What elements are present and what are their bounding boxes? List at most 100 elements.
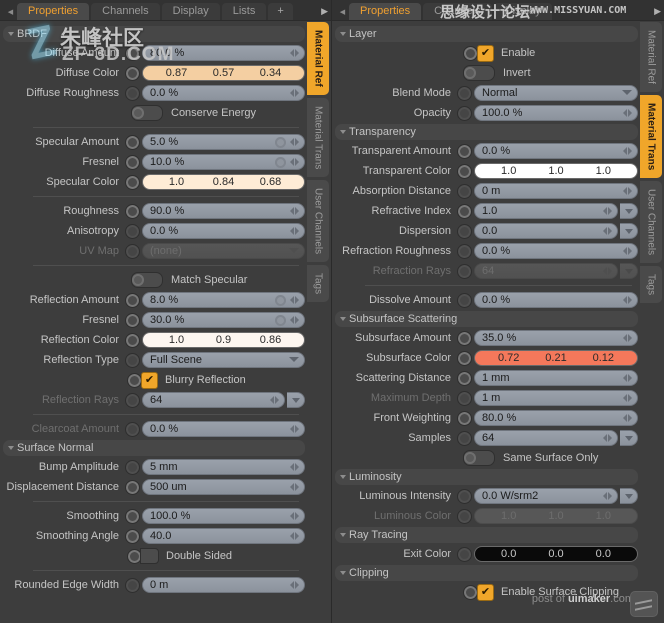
reflection-color-animate-icon[interactable]: [125, 333, 140, 348]
enable-animate-icon[interactable]: [463, 46, 478, 61]
smoothing-angle-animate-icon[interactable]: [125, 529, 140, 544]
spinner-icon[interactable]: [620, 185, 634, 197]
reflection-fresnel-animate-icon[interactable]: [125, 313, 140, 328]
vtab-material-ref[interactable]: Material Ref: [640, 22, 662, 92]
tab-properties[interactable]: Properties: [17, 3, 89, 20]
reflection-fresnel-input[interactable]: 30.0 %: [142, 312, 305, 328]
vtab-tags[interactable]: Tags: [307, 265, 329, 302]
slider-handle[interactable]: [275, 157, 286, 168]
spinner-icon[interactable]: [287, 481, 301, 493]
tab-display[interactable]: Display: [494, 3, 552, 20]
rounded-edge-width-input[interactable]: 0 m: [142, 577, 305, 593]
enable-checkbox[interactable]: ✔: [463, 45, 494, 62]
spinner-icon[interactable]: [287, 225, 301, 237]
reflection-type-dropdown[interactable]: Full Scene: [142, 352, 305, 368]
section-layer[interactable]: Layer: [335, 26, 638, 42]
front-weighting-animate-icon[interactable]: [457, 411, 472, 426]
displacement-distance-input[interactable]: 500 um: [142, 479, 305, 495]
blurry-reflection-animate-icon[interactable]: [127, 373, 142, 388]
spinner-icon[interactable]: [620, 107, 634, 119]
spinner-icon[interactable]: [287, 294, 301, 306]
diffuse-roughness-input[interactable]: 0.0 %: [142, 85, 305, 101]
enable-surface-clipping-checkbox[interactable]: ✔: [463, 584, 494, 601]
absorption-distance-animate-icon[interactable]: [457, 184, 472, 199]
vtab-user-channels[interactable]: User Channels: [640, 181, 662, 263]
tab-lists[interactable]: Lists: [222, 3, 267, 20]
front-weighting-input[interactable]: 80.0 %: [474, 410, 638, 426]
smoothing-animate-icon[interactable]: [125, 509, 140, 524]
samples-animate-icon[interactable]: [457, 431, 472, 446]
refraction-roughness-animate-icon[interactable]: [457, 244, 472, 259]
displacement-distance-animate-icon[interactable]: [125, 480, 140, 495]
blend-mode-dropdown[interactable]: Normal: [474, 85, 638, 101]
section-surface-normal[interactable]: Surface Normal: [3, 440, 305, 456]
dissolve-amount-input[interactable]: 0.0 %: [474, 292, 638, 308]
reflection-rays-input[interactable]: 64: [142, 392, 285, 408]
invert-toggle[interactable]: [463, 65, 495, 81]
specular-amount-input[interactable]: 5.0 %: [142, 134, 305, 150]
diffuse-roughness-animate-icon[interactable]: [125, 86, 140, 101]
bump-amplitude-animate-icon[interactable]: [125, 460, 140, 475]
reflection-amount-input[interactable]: 8.0 %: [142, 292, 305, 308]
subsurface-color-animate-icon[interactable]: [457, 351, 472, 366]
spinner-icon[interactable]: [287, 47, 301, 59]
scattering-distance-animate-icon[interactable]: [457, 371, 472, 386]
clearcoat-amount-animate-icon[interactable]: [125, 422, 140, 437]
reflection-color-swatch[interactable]: 1.0 0.9 0.86: [142, 332, 305, 348]
spinner-icon[interactable]: [287, 205, 301, 217]
tab-scroll-left-icon[interactable]: ◀: [336, 4, 349, 20]
spinner-icon[interactable]: [287, 87, 301, 99]
roughness-input[interactable]: 90.0 %: [142, 203, 305, 219]
anisotropy-input[interactable]: 0.0 %: [142, 223, 305, 239]
spinner-icon[interactable]: [600, 205, 614, 217]
refractive-index-dropdown-button[interactable]: [620, 203, 638, 219]
vtab-material-trans[interactable]: Material Trans: [307, 98, 329, 177]
spinner-icon[interactable]: [620, 332, 634, 344]
slider-handle[interactable]: [275, 315, 286, 326]
luminous-intensity-input[interactable]: 0.0 W/srm2: [474, 488, 618, 504]
scattering-distance-input[interactable]: 1 mm: [474, 370, 638, 386]
spinner-icon[interactable]: [620, 372, 634, 384]
specular-fresnel-input[interactable]: 10.0 %: [142, 154, 305, 170]
spinner-icon[interactable]: [287, 530, 301, 542]
spinner-icon[interactable]: [287, 579, 301, 591]
subsurface-color-swatch[interactable]: 0.72 0.21 0.12: [474, 350, 638, 366]
tab-scroll-left-icon[interactable]: ◀: [4, 4, 17, 20]
absorption-distance-input[interactable]: 0 m: [474, 183, 638, 199]
vtab-user-channels[interactable]: User Channels: [307, 180, 329, 262]
smoothing-input[interactable]: 100.0 %: [142, 508, 305, 524]
maximum-depth-animate-icon[interactable]: [457, 391, 472, 406]
section-subsurface-scattering[interactable]: Subsurface Scattering: [335, 311, 638, 327]
spinner-icon[interactable]: [620, 412, 634, 424]
reflection-rays-dropdown-button[interactable]: [287, 392, 305, 408]
uv-map-dropdown[interactable]: (none): [142, 243, 305, 259]
specular-amount-animate-icon[interactable]: [125, 135, 140, 150]
spinner-icon[interactable]: [287, 314, 301, 326]
vtab-material-ref[interactable]: Material Ref: [307, 22, 329, 95]
tab-display[interactable]: Display: [162, 3, 220, 20]
same-surface-only-toggle[interactable]: [463, 450, 495, 466]
transparent-color-swatch[interactable]: 1.0 1.0 1.0: [474, 163, 638, 179]
vtab-tags[interactable]: Tags: [640, 266, 662, 303]
spinner-icon[interactable]: [600, 432, 614, 444]
enable-surface-clipping-animate-icon[interactable]: [463, 585, 478, 600]
subsurface-amount-animate-icon[interactable]: [457, 331, 472, 346]
vtab-material-trans[interactable]: Material Trans: [640, 95, 662, 178]
spinner-icon[interactable]: [287, 423, 301, 435]
spinner-icon[interactable]: [620, 294, 634, 306]
dispersion-dropdown-button[interactable]: [620, 223, 638, 239]
diffuse-amount-input[interactable]: 80.0 %: [142, 45, 305, 61]
spinner-icon[interactable]: [267, 394, 281, 406]
opacity-input[interactable]: 100.0 %: [474, 105, 638, 121]
subsurface-amount-input[interactable]: 35.0 %: [474, 330, 638, 346]
luminous-intensity-dropdown-button[interactable]: [620, 488, 638, 504]
samples-input[interactable]: 64: [474, 430, 618, 446]
tab-channels[interactable]: Channels: [91, 3, 159, 20]
refraction-rays-input[interactable]: 64: [474, 263, 618, 279]
spinner-icon[interactable]: [287, 510, 301, 522]
roughness-animate-icon[interactable]: [125, 204, 140, 219]
anisotropy-animate-icon[interactable]: [125, 224, 140, 239]
spinner-icon[interactable]: [287, 461, 301, 473]
match-specular-toggle[interactable]: [131, 272, 163, 288]
tab-channels[interactable]: Channels: [423, 3, 491, 20]
